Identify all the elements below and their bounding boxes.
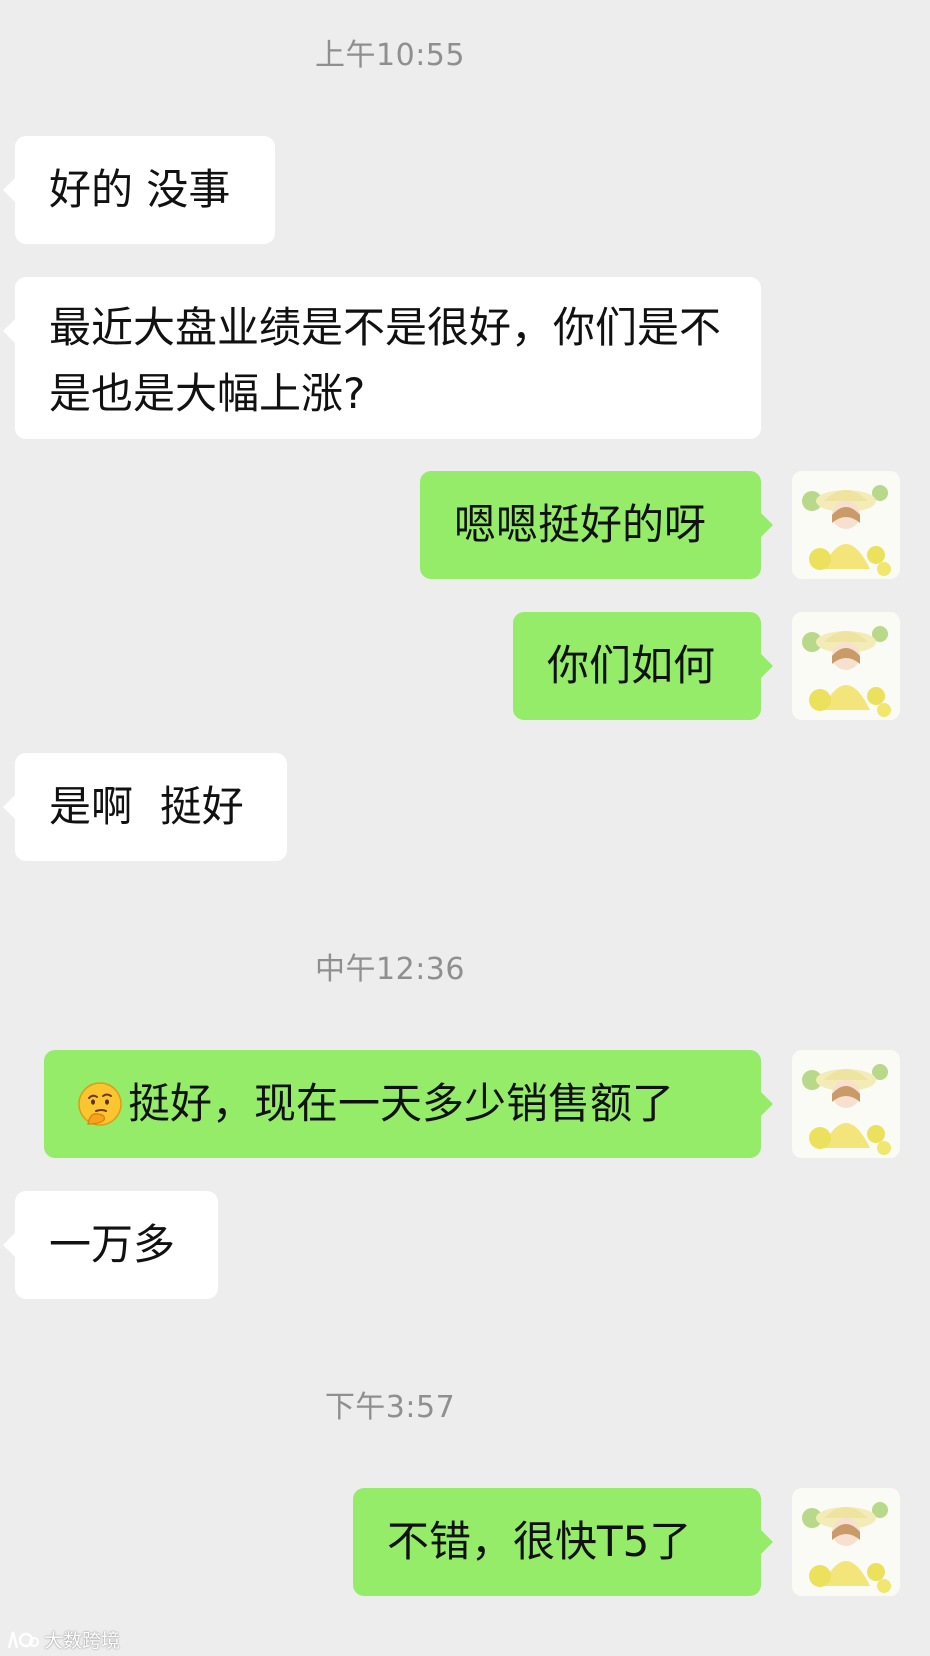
message-text: 不错，很快T5了	[387, 1517, 692, 1566]
watermark-text: 大数跨境	[44, 1630, 121, 1652]
message-text: 一万多	[49, 1220, 176, 1269]
received-message-bubble[interactable]: 好的 没事	[3, 136, 275, 244]
timestamp: 下午3:57	[324, 1390, 456, 1425]
received-message-bubble[interactable]: 最近大盘业绩是不是很好，你们是不是也是大幅上涨?	[3, 277, 761, 439]
received-message-bubble[interactable]: 一万多	[3, 1191, 218, 1299]
girl-with-lemons-avatar[interactable]	[792, 1488, 900, 1596]
girl-with-lemons-avatar[interactable]	[792, 1050, 900, 1158]
sent-message-bubble[interactable]: 不错，很快T5了	[353, 1488, 773, 1596]
thinking-face-emoji	[78, 1082, 122, 1126]
message-text: 最近大盘业绩是不是很好，你们是不是也是大幅上涨?	[49, 303, 722, 418]
logo-icon	[7, 1631, 39, 1648]
sent-message-bubble[interactable]: 你们如何	[513, 612, 773, 720]
girl-with-lemons-avatar[interactable]	[792, 471, 900, 579]
timestamp: 中午12:36	[315, 952, 465, 987]
sent-message-bubble[interactable]: 嗯嗯挺好的呀	[420, 471, 773, 579]
girl-with-lemons-avatar[interactable]	[792, 612, 900, 720]
chat-area: 上午10:55 好的 没事 最近大盘业绩是不是很好，你们是不是也是大幅上涨? 嗯…	[0, 0, 930, 1656]
message-text: 是啊 挺好	[49, 782, 244, 831]
message-text: 嗯嗯挺好的呀	[454, 500, 707, 549]
watermark: 大数跨境	[6, 1626, 120, 1653]
timestamp: 上午10:55	[315, 38, 465, 73]
message-text: 你们如何	[547, 641, 716, 690]
received-message-bubble[interactable]: 是啊 挺好	[3, 753, 287, 861]
sent-message-bubble[interactable]: 挺好，现在一天多少销售额了	[44, 1050, 773, 1158]
message-text: 挺好，现在一天多少销售额了	[128, 1079, 675, 1128]
message-text: 好的 没事	[49, 165, 231, 214]
